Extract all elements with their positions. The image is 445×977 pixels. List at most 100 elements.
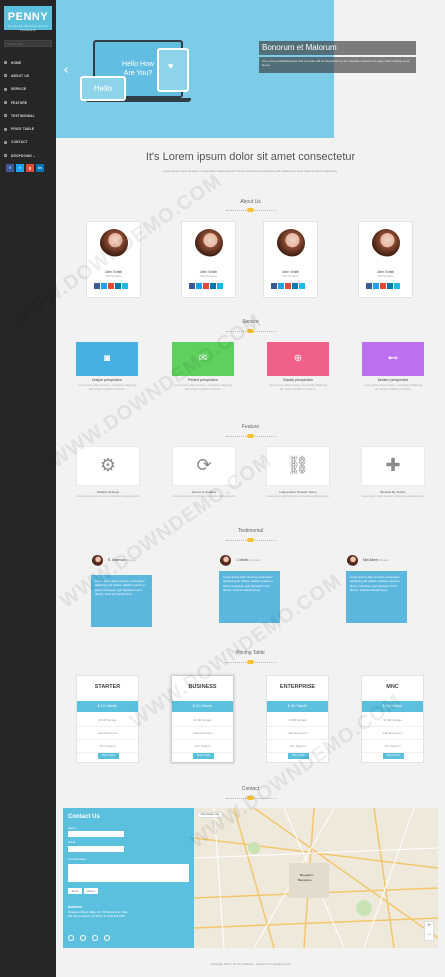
section-title-contact: Contact bbox=[241, 786, 260, 792]
linkedin-icon[interactable] bbox=[210, 283, 216, 289]
google-icon[interactable] bbox=[92, 935, 98, 941]
service-name: Classic perspective bbox=[282, 378, 314, 382]
plan-row: 10 GB Storage bbox=[77, 714, 138, 727]
feature-card-secure[interactable]: ⟳ bbox=[172, 446, 236, 486]
sidebar-search-input[interactable] bbox=[4, 40, 52, 47]
google-icon[interactable] bbox=[203, 283, 209, 289]
service-desc: Lorem ipsum dolor sit amet, consectetur … bbox=[268, 384, 328, 391]
name-input[interactable] bbox=[68, 831, 124, 837]
section-title-service: Service bbox=[242, 319, 259, 325]
sidebar-item-feature[interactable]: FEATURE bbox=[4, 96, 54, 109]
facebook-icon[interactable]: f bbox=[6, 164, 14, 172]
twitter-icon[interactable] bbox=[196, 283, 202, 289]
service-card-classic[interactable]: ⊕ bbox=[267, 342, 329, 376]
testimonial-author: E. Anderson bbox=[108, 558, 126, 562]
divider-badge-icon bbox=[247, 329, 254, 333]
section-title-feature: Feature bbox=[241, 424, 260, 430]
reset-button[interactable]: Reset bbox=[84, 888, 98, 894]
map[interactable] bbox=[194, 808, 438, 948]
buy-now-button[interactable]: Buy It Now bbox=[383, 753, 404, 759]
feature-card-scripts[interactable]: ✚ bbox=[361, 446, 425, 486]
section-divider bbox=[226, 434, 276, 438]
sidebar-item-testimonial[interactable]: TESTIMONIAL bbox=[4, 109, 54, 122]
sidebar-item-price-table[interactable]: PRICE TABLE bbox=[4, 122, 54, 135]
divider-badge-icon bbox=[247, 538, 254, 542]
team-social-icons bbox=[189, 283, 223, 289]
slide-title: Bonorum et Malorum bbox=[259, 41, 416, 55]
zoom-in-icon[interactable]: + bbox=[425, 922, 433, 931]
sidebar-item-label: ABOUT US bbox=[11, 73, 30, 78]
divider-badge-icon bbox=[247, 796, 254, 800]
star-icon bbox=[4, 101, 7, 105]
view-larger-map-button[interactable]: View larger map bbox=[197, 812, 223, 818]
email-input[interactable] bbox=[68, 846, 124, 852]
linkedin-icon[interactable] bbox=[387, 283, 393, 289]
twitter-icon[interactable] bbox=[101, 283, 107, 289]
service-card-unique[interactable]: ◙ bbox=[76, 342, 138, 376]
testimonial-author: Mini Albert bbox=[363, 558, 378, 562]
sidebar-item-label: CONTACT bbox=[11, 140, 28, 145]
testimonial-name: E. Anderson Designer bbox=[108, 558, 137, 562]
team-card: John Smith Web Designer bbox=[181, 221, 236, 298]
linkedin-icon[interactable] bbox=[104, 935, 110, 941]
twitter-icon[interactable] bbox=[373, 283, 379, 289]
sidebar-item-contact[interactable]: CONTACT bbox=[4, 136, 54, 149]
gamepad-icon: ⊷ bbox=[388, 353, 398, 364]
google-icon[interactable] bbox=[285, 283, 291, 289]
twitter-icon[interactable]: t bbox=[16, 164, 24, 172]
google-icon[interactable] bbox=[380, 283, 386, 289]
mail-icon bbox=[4, 140, 7, 144]
service-card-perfect[interactable]: ✉ bbox=[172, 342, 234, 376]
facebook-icon[interactable] bbox=[271, 283, 277, 289]
facebook-icon[interactable] bbox=[68, 935, 74, 941]
linkedin-icon[interactable]: in bbox=[36, 164, 44, 172]
buy-now-button[interactable]: Buy It Now bbox=[288, 753, 309, 759]
plan-row: 1 Email Account bbox=[77, 727, 138, 740]
vimeo-icon[interactable] bbox=[122, 283, 128, 289]
address-text: Bengaluru Silicon Valley, Inc. 795 Folso… bbox=[68, 911, 128, 918]
team-social-icons bbox=[94, 283, 128, 289]
vimeo-icon[interactable] bbox=[217, 283, 223, 289]
avatar bbox=[347, 555, 358, 566]
send-button[interactable]: Send bbox=[68, 888, 82, 894]
testimonial-quote: Lorem ipsum dolor sit amet, consectetur … bbox=[219, 571, 280, 623]
google-icon[interactable]: g bbox=[26, 164, 34, 172]
sidebar-item-service[interactable]: SERVICE bbox=[4, 83, 54, 96]
twitter-icon[interactable] bbox=[278, 283, 284, 289]
avatar bbox=[92, 555, 103, 566]
sidebar-item-about-us[interactable]: ABOUT US bbox=[4, 69, 54, 82]
google-icon[interactable] bbox=[108, 283, 114, 289]
map-zoom-control[interactable]: + − bbox=[424, 921, 434, 941]
facebook-icon[interactable] bbox=[94, 283, 100, 289]
feature-desc: Lorem ipsum dolor sit amet, consectetur … bbox=[361, 495, 425, 498]
sidebar-item-home[interactable]: HOME bbox=[4, 56, 54, 69]
feature-card-network[interactable]: ⛓ bbox=[266, 446, 330, 486]
plan-name: MNC bbox=[386, 684, 399, 690]
service-desc: Lorem ipsum dolor sit amet, consectetur … bbox=[173, 384, 233, 391]
service-card-modern[interactable]: ⊷ bbox=[362, 342, 424, 376]
brand-logo[interactable]: PENNY Creative Multipurpose Template bbox=[4, 6, 52, 32]
twitter-icon[interactable] bbox=[80, 935, 86, 941]
sidebar-item-dropdown[interactable]: DROPDOWN ⌄ bbox=[4, 149, 54, 162]
linkedin-icon[interactable] bbox=[292, 283, 298, 289]
service-desc: Lorem ipsum dolor sit amet, consectetur … bbox=[77, 384, 137, 391]
gear-icon bbox=[4, 87, 7, 91]
plan-row: 10 GB Storage bbox=[267, 714, 328, 727]
contact-social bbox=[68, 935, 110, 941]
linkedin-icon[interactable] bbox=[115, 283, 121, 289]
facebook-icon[interactable] bbox=[189, 283, 195, 289]
buy-now-button[interactable]: Buy It Now bbox=[193, 753, 214, 759]
message-textarea[interactable] bbox=[68, 864, 189, 882]
section-title-testimonial: Testimonial bbox=[237, 528, 263, 534]
zoom-out-icon[interactable]: − bbox=[425, 931, 433, 940]
team-social-icons bbox=[271, 283, 305, 289]
intro-subtext: Lorem ipsum dolor sit amet, consectetur … bbox=[162, 169, 338, 173]
facebook-icon[interactable] bbox=[366, 283, 372, 289]
intro-heading: It's Lorem ipsum dolor sit amet consecte… bbox=[145, 151, 356, 163]
sidebar-item-label: DROPDOWN ⌄ bbox=[11, 153, 36, 158]
buy-now-button[interactable]: Buy It Now bbox=[98, 753, 119, 759]
plan-row: 1 Email Account bbox=[362, 727, 423, 740]
feature-card-settings[interactable]: ⚙ bbox=[76, 446, 140, 486]
vimeo-icon[interactable] bbox=[299, 283, 305, 289]
vimeo-icon[interactable] bbox=[394, 283, 400, 289]
